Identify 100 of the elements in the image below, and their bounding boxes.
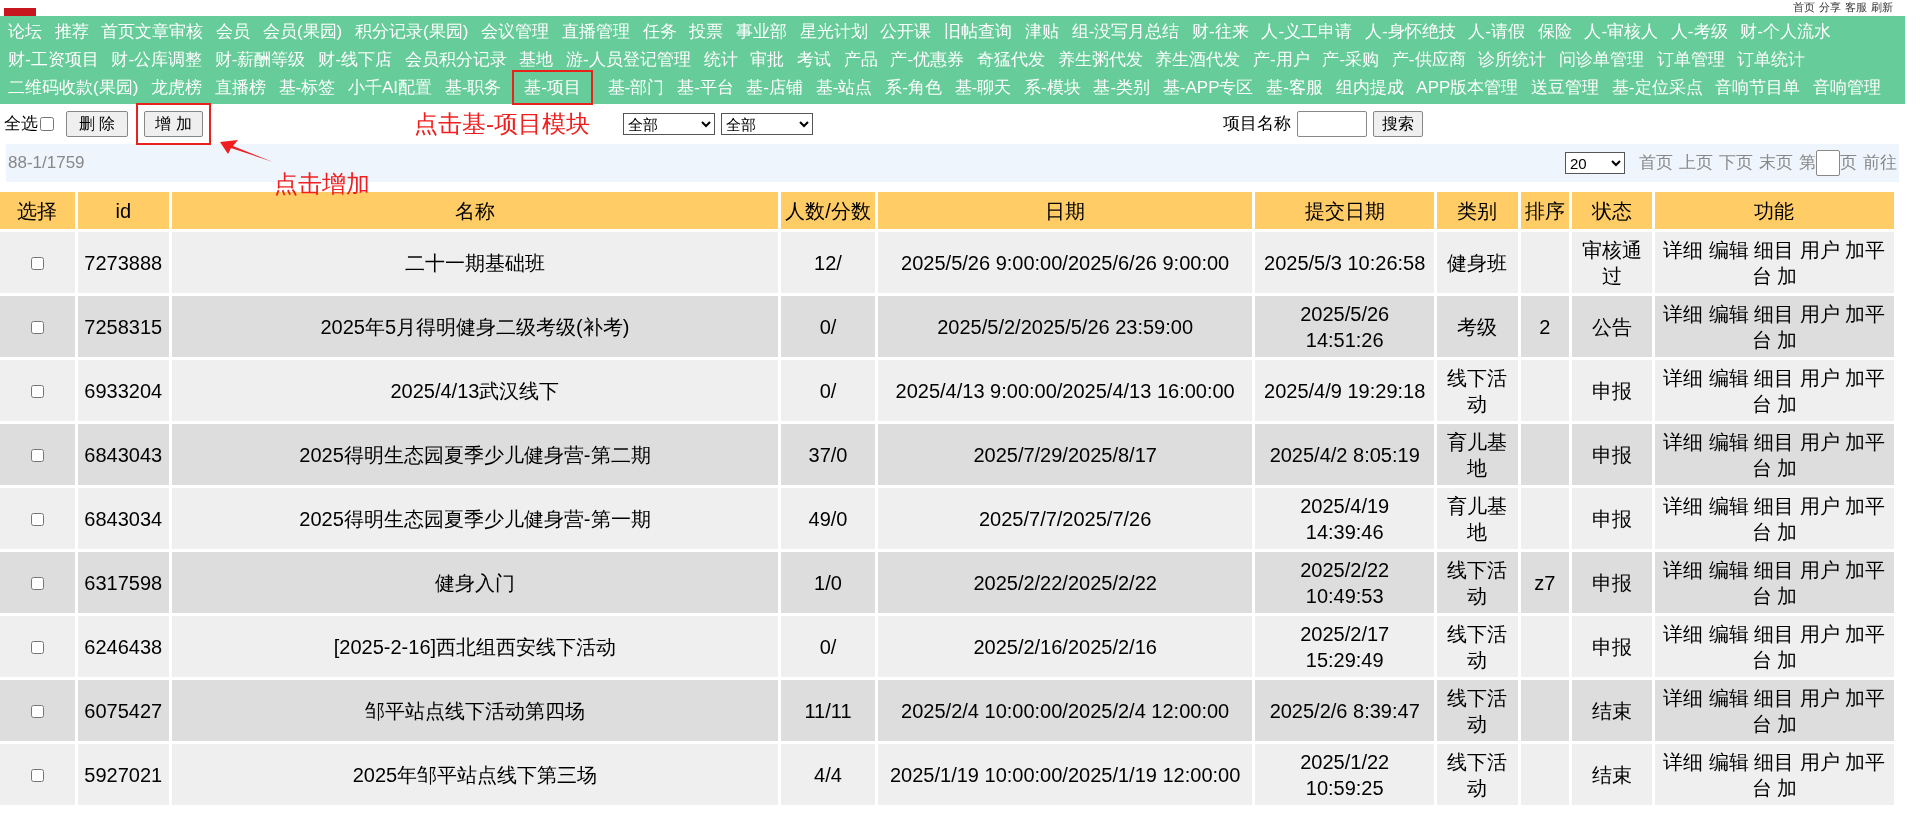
nav-link[interactable]: 二维码收款(果园): [6, 76, 141, 99]
row-checkbox[interactable]: [30, 576, 44, 590]
header-link[interactable]: 刷新: [1871, 0, 1893, 16]
nav-link[interactable]: 养生酒代发: [1153, 48, 1243, 71]
nav-link[interactable]: 基-职务: [442, 76, 504, 99]
pager-link[interactable]: 下页: [1719, 150, 1753, 176]
nav-link[interactable]: 产-采购: [1320, 48, 1382, 71]
nav-link[interactable]: 人-义工申请: [1259, 20, 1355, 43]
pager-link[interactable]: 末页: [1759, 150, 1793, 176]
row-checkbox[interactable]: [30, 512, 44, 526]
nav-link[interactable]: 基-站点: [813, 76, 875, 99]
pager-link[interactable]: 首页: [1639, 150, 1673, 176]
header-link[interactable]: 客服: [1845, 0, 1867, 16]
add-button[interactable]: 增 加: [144, 111, 203, 137]
nav-link[interactable]: 基-APP专区: [1160, 76, 1256, 99]
nav-link[interactable]: 音响管理: [1811, 76, 1883, 99]
header-link[interactable]: 首页: [1793, 0, 1815, 16]
nav-link[interactable]: 音响节目单: [1713, 76, 1803, 99]
nav-link[interactable]: 基-定位采点: [1609, 76, 1705, 99]
nav-link[interactable]: 基-平台: [674, 76, 736, 99]
nav-link[interactable]: 问诊单管理: [1557, 48, 1646, 71]
filter-dropdown[interactable]: 全部: [720, 113, 813, 135]
nav-link[interactable]: 首页文章审核: [99, 20, 206, 43]
nav-link[interactable]: 积分记录(果园): [353, 20, 471, 43]
nav-link[interactable]: 事业部: [734, 20, 789, 43]
category-cell: 考级: [1457, 315, 1498, 338]
row-checkbox[interactable]: [30, 256, 44, 270]
pager-link[interactable]: 上页: [1679, 150, 1713, 176]
nav-link[interactable]: 星光计划: [797, 20, 870, 43]
nav-link[interactable]: 会员: [214, 20, 253, 43]
nav-link[interactable]: 小千AI配置: [345, 76, 434, 99]
nav-link[interactable]: 财-线下店: [316, 48, 394, 71]
nav-link[interactable]: 基-部门: [605, 76, 667, 99]
search-button[interactable]: 搜索: [1372, 111, 1423, 137]
delete-button[interactable]: 删 除: [66, 111, 129, 137]
nav-link[interactable]: 产-优惠券: [888, 48, 967, 71]
nav-link[interactable]: 人-请假: [1466, 20, 1527, 43]
nav-link[interactable]: 系-模块: [1022, 76, 1083, 99]
nav-link[interactable]: 基-店铺: [744, 76, 806, 99]
nav-link[interactable]: 财-往来: [1190, 20, 1251, 43]
header-link[interactable]: 分享: [1819, 0, 1841, 16]
page-size-dropdown[interactable]: 20: [1565, 152, 1625, 174]
nav-link[interactable]: 系-角色: [883, 76, 944, 99]
row-checkbox[interactable]: [30, 640, 44, 654]
nav-link[interactable]: 财-工资项目: [6, 48, 101, 71]
nav-link[interactable]: 组内提成: [1333, 76, 1406, 99]
nav-link[interactable]: 送豆管理: [1529, 76, 1602, 99]
search-field[interactable]: [1296, 111, 1367, 137]
nav-link[interactable]: 基-标签: [276, 76, 338, 99]
go-link[interactable]: 前往: [1863, 150, 1897, 176]
nav-link[interactable]: 基-项目: [512, 70, 593, 105]
nav-link[interactable]: 基-类别: [1091, 76, 1153, 99]
count-cell: 4/4: [814, 763, 842, 786]
nav-link[interactable]: 保险: [1535, 20, 1574, 43]
nav-link[interactable]: 财-公库调整: [109, 48, 205, 71]
nav-link[interactable]: 订单统计: [1735, 48, 1808, 71]
nav-link[interactable]: 统计: [701, 48, 740, 71]
nav-link[interactable]: 奇猛代发: [974, 48, 1047, 71]
nav-link[interactable]: 基-客服: [1264, 76, 1325, 99]
nav-link[interactable]: 津贴: [1022, 20, 1061, 43]
nav-link[interactable]: APP版本管理: [1414, 76, 1521, 99]
nav-link[interactable]: 会员(果园): [260, 20, 345, 43]
row-checkbox[interactable]: [30, 384, 44, 398]
nav-link[interactable]: 任务: [640, 20, 679, 43]
filter-dropdown[interactable]: 全部: [622, 113, 715, 135]
nav-link[interactable]: 订单管理: [1654, 48, 1727, 71]
row-checkbox[interactable]: [30, 320, 44, 334]
nav-link[interactable]: 组-没写月总结: [1069, 20, 1182, 43]
nav-link[interactable]: 养生粥代发: [1055, 48, 1145, 71]
row-checkbox[interactable]: [30, 768, 44, 782]
nav-link[interactable]: 人-考级: [1668, 20, 1730, 43]
nav-link[interactable]: 人-身怀绝技: [1362, 20, 1458, 43]
nav-link[interactable]: 游-人员登记管理: [564, 48, 693, 71]
nav-link[interactable]: 产品: [841, 48, 880, 71]
select-all-checkbox[interactable]: [40, 117, 54, 131]
name-cell: 2025得明生态园夏季少儿健身营-第二期: [299, 443, 651, 466]
nav-link[interactable]: 产-用户: [1251, 48, 1312, 71]
nav-link[interactable]: 龙虎榜: [149, 76, 205, 99]
nav-link[interactable]: 人-审核人: [1582, 20, 1661, 43]
page-number-field[interactable]: [1816, 150, 1840, 176]
nav-link[interactable]: 论坛: [6, 20, 44, 43]
nav-link[interactable]: 审批: [748, 48, 787, 71]
nav-link[interactable]: 考试: [794, 48, 833, 71]
row-checkbox[interactable]: [30, 448, 44, 462]
nav-link[interactable]: 直播榜: [212, 76, 268, 99]
nav-link[interactable]: 投票: [687, 20, 726, 43]
nav-link[interactable]: 推荐: [52, 20, 91, 43]
nav-link[interactable]: 基-聊天: [952, 76, 1014, 99]
nav-link[interactable]: 财-薪酬等级: [212, 48, 308, 71]
nav-link[interactable]: 基地: [517, 48, 556, 71]
nav-link[interactable]: 公开课: [878, 20, 934, 43]
row-checkbox[interactable]: [30, 704, 44, 718]
nav-link[interactable]: 会议管理: [479, 20, 552, 43]
nav-link[interactable]: 直播管理: [559, 20, 632, 43]
nav-link[interactable]: 诊所统计: [1476, 48, 1549, 71]
nav-link[interactable]: 产-供应商: [1389, 48, 1468, 71]
date-cell: 2025/2/4 10:00:00/2025/2/4 12:00:00: [901, 699, 1230, 722]
nav-link[interactable]: 旧帖查询: [942, 20, 1015, 43]
nav-link[interactable]: 会员积分记录: [402, 48, 509, 71]
nav-link[interactable]: 财-个人流水: [1738, 20, 1833, 43]
